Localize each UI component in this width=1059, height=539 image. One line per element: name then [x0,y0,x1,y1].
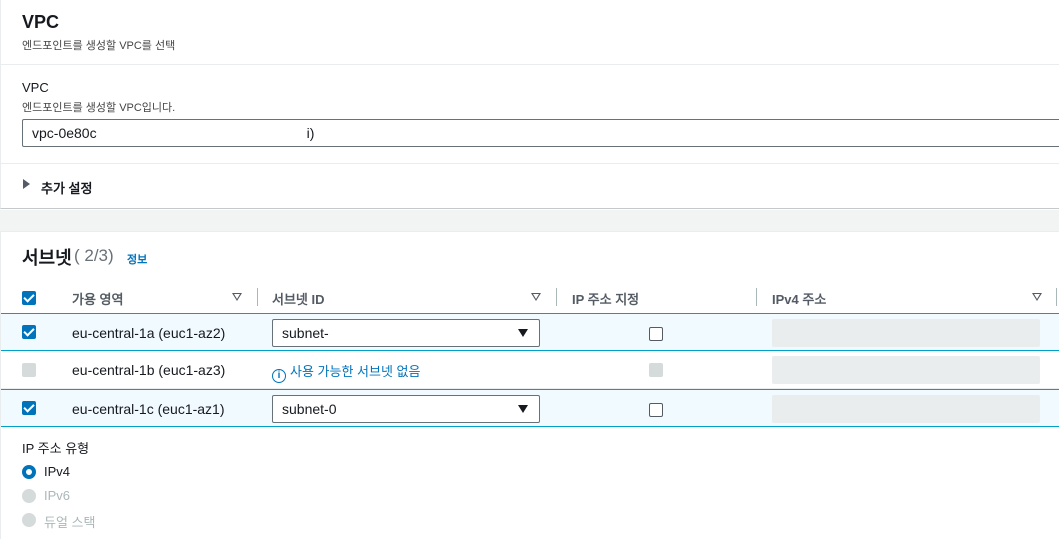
table-row[interactable]: eu-central-1c (euc1-az1) subnet-0 [1,389,1059,427]
vpc-panel-header: VPC 엔드포인트를 생성할 VPC를 선택 [1,0,1059,65]
row-checkbox[interactable] [22,401,36,415]
radio-dualstack-label: 듀얼 스택 [44,515,96,530]
radio-dualstack [22,513,36,527]
radio-ipv6-label: IPv6 [44,488,71,503]
subnet-value: subnet- [282,325,329,341]
subnet-value: subnet-0 [282,401,337,417]
radio-ipv6 [22,489,36,503]
sort-icon[interactable] [531,293,541,301]
column-header-ip-assign[interactable]: IP 주소 지정 [572,289,639,308]
row-checkbox[interactable] [22,325,36,339]
vpc-panel: VPC 엔드포인트를 생성할 VPC를 선택 VPC 엔드포인트를 생성할 VP… [0,0,1059,209]
vpc-panel-title: VPC [22,12,60,32]
subnets-count: ( 2/3) [74,246,114,265]
info-link[interactable]: 정보 [127,251,147,267]
ipv4-address-input [772,319,1040,347]
ip-assign-checkbox[interactable] [649,403,663,417]
caret-right-icon [23,179,30,189]
sort-icon[interactable] [1032,293,1042,301]
column-header-subnet-id[interactable]: 서브넷 ID [272,289,325,308]
sort-icon[interactable] [232,293,242,301]
additional-settings-label: 추가 설정 [41,181,93,196]
radio-ipv4[interactable] [22,465,36,479]
subnet-select[interactable]: subnet-0 [272,395,540,423]
ipv4-address-input [772,395,1040,423]
subnet-select[interactable]: subnet- [272,319,540,347]
redacted-area [96,128,307,141]
table-row[interactable]: eu-central-1a (euc1-az2) subnet- [1,313,1059,351]
vpc-field-description: 엔드포인트를 생성할 VPC입니다. [22,102,176,114]
column-header-az[interactable]: 가용 영역 [72,289,123,308]
column-header-ipv4[interactable]: IPv4 주소 [772,289,826,308]
ipv4-address-input [772,356,1040,384]
ip-assign-checkbox [649,363,663,377]
dropdown-caret-icon [518,329,528,337]
table-row: eu-central-1b (euc1-az3) i 사용 가능한 서브넷 없음 [1,351,1059,389]
additional-settings-expander[interactable]: 추가 설정 [1,163,1059,208]
radio-ipv4-label[interactable]: IPv4 [44,464,70,479]
availability-zone: eu-central-1c (euc1-az1) [72,401,225,417]
no-subnet-message: i 사용 가능한 서브넷 없음 [272,361,420,383]
column-divider[interactable] [756,288,757,306]
column-divider[interactable] [257,288,258,306]
vpc-select[interactable]: vpc-0e80c i) [22,119,1059,147]
column-divider[interactable] [556,288,557,306]
table-header: 가용 영역 서브넷 ID IP 주소 지정 IPv4 주소 [1,283,1059,313]
availability-zone: eu-central-1b (euc1-az3) [72,362,226,378]
vpc-value-suffix: i) [306,125,315,141]
availability-zone: eu-central-1a (euc1-az2) [72,325,226,341]
column-divider[interactable] [1056,288,1057,306]
subnets-title: 서브넷 [22,248,72,268]
dropdown-caret-icon [518,405,528,413]
info-icon: i [272,369,286,383]
vpc-value-prefix: vpc-0e80c [32,125,97,141]
no-subnet-text: 사용 가능한 서브넷 없음 [290,364,421,379]
vpc-field-label: VPC [22,80,49,95]
select-all-checkbox[interactable] [22,291,36,305]
panel-gap [0,210,1059,231]
ip-type-label: IP 주소 유형 [22,441,90,456]
vpc-panel-description: 엔드포인트를 생성할 VPC를 선택 [22,40,176,52]
row-checkbox [22,363,36,377]
ip-assign-checkbox[interactable] [649,327,663,341]
subnets-panel: 서브넷 ( 2/3) 정보 가용 영역 서브넷 ID IP 주소 지정 IPv4… [0,231,1059,539]
